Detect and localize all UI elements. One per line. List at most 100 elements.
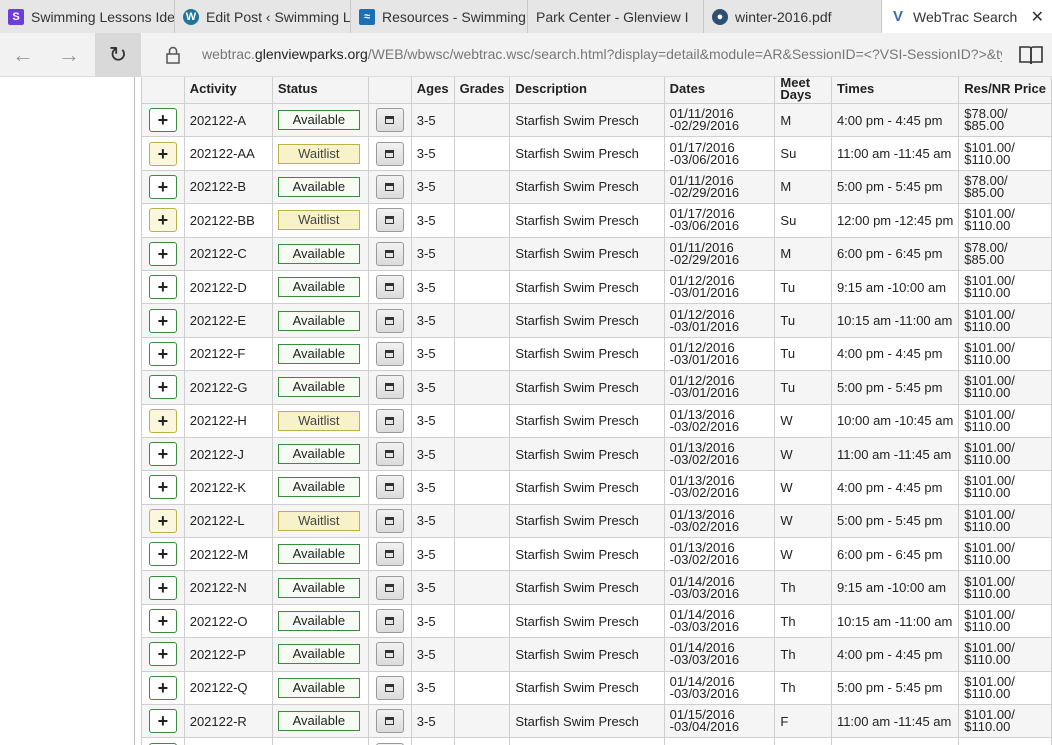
browser-tab[interactable]: ≈ Resources - Swimming bbox=[351, 0, 528, 33]
details-button[interactable] bbox=[375, 241, 404, 266]
details-button[interactable] bbox=[375, 108, 404, 133]
add-cell: + bbox=[141, 503, 185, 539]
header-status[interactable]: Status bbox=[271, 77, 370, 104]
details-button[interactable] bbox=[375, 141, 404, 166]
status-cell bbox=[271, 737, 370, 745]
url-field[interactable]: webtrac.glenviewparks.org/WEB/wbwsc/webt… bbox=[202, 46, 1002, 62]
add-to-cart-button[interactable]: + bbox=[148, 475, 177, 500]
details-button[interactable] bbox=[375, 341, 404, 366]
add-to-cart-button[interactable]: + bbox=[148, 442, 177, 467]
times-cell: 5:00 pm - 5:45 pm bbox=[830, 503, 960, 539]
add-to-cart-button[interactable]: + bbox=[148, 375, 177, 400]
header-info bbox=[368, 77, 412, 104]
add-to-cart-button[interactable]: + bbox=[148, 609, 177, 634]
tab-label: WebTrac Search bbox=[913, 8, 1018, 25]
header-activity[interactable]: Activity bbox=[183, 77, 273, 104]
browser-tab[interactable]: ● winter-2016.pdf bbox=[704, 0, 882, 33]
details-button[interactable] bbox=[375, 475, 404, 500]
activity-number bbox=[183, 737, 273, 745]
ages-cell: 3-5 bbox=[410, 503, 455, 539]
browser-tab[interactable]: W Edit Post ‹ Swimming Le bbox=[175, 0, 351, 33]
add-to-cart-button[interactable]: + bbox=[148, 709, 177, 734]
url-prefix: webtrac. bbox=[202, 46, 255, 62]
add-to-cart-button[interactable]: + bbox=[148, 208, 177, 233]
details-button[interactable] bbox=[375, 174, 404, 199]
add-to-cart-button[interactable]: + bbox=[148, 174, 177, 199]
page-content: Activity Status Ages Grades Description … bbox=[0, 77, 1052, 745]
description-cell: Starfish Swim Presch bbox=[509, 603, 665, 639]
browser-tab[interactable]: V WebTrac Search ✕ bbox=[882, 0, 1052, 33]
details-button[interactable] bbox=[375, 575, 404, 600]
add-to-cart-button[interactable]: + bbox=[148, 241, 177, 266]
date-end: -03/03/2016 bbox=[669, 585, 740, 601]
header-times[interactable]: Times bbox=[830, 77, 960, 104]
close-icon[interactable]: ✕ bbox=[1031, 7, 1044, 27]
header-price[interactable]: Res/NR Price bbox=[958, 77, 1052, 104]
header-grades[interactable]: Grades bbox=[453, 77, 511, 104]
description-cell: Starfish Swim Presch bbox=[509, 670, 665, 706]
times-cell: 4:00 pm - 4:45 pm bbox=[830, 102, 960, 138]
add-to-cart-button[interactable]: + bbox=[148, 275, 177, 300]
meet-days-cell: Th bbox=[774, 570, 832, 605]
details-button[interactable] bbox=[375, 308, 404, 333]
activity-number: 202122-K bbox=[183, 470, 273, 505]
details-button[interactable] bbox=[375, 408, 404, 433]
status-badge: Available bbox=[277, 310, 360, 331]
description-cell: Starfish Swim Presch bbox=[509, 136, 665, 171]
price-nonresident: $110.00 bbox=[964, 218, 1011, 234]
calendar-icon bbox=[385, 149, 395, 158]
add-to-cart-button[interactable]: + bbox=[148, 642, 177, 667]
add-to-cart-button[interactable]: + bbox=[148, 408, 177, 433]
table-row: +202122-B Available 3-5 Starfish Swim Presc… bbox=[141, 169, 1052, 205]
details-button[interactable] bbox=[375, 642, 404, 667]
details-button[interactable] bbox=[375, 542, 404, 567]
header-add bbox=[141, 77, 185, 104]
activity-number: 202122-O bbox=[183, 603, 273, 639]
price-cell: $101.00/$110.00 bbox=[958, 570, 1052, 605]
date-end: -03/03/2016 bbox=[669, 652, 740, 668]
status-cell: Available bbox=[271, 169, 370, 205]
date-end: -03/02/2016 bbox=[669, 518, 740, 534]
details-button[interactable] bbox=[375, 709, 404, 734]
add-to-cart-button[interactable]: + bbox=[148, 341, 177, 366]
ages-cell: 3-5 bbox=[410, 203, 455, 238]
add-to-cart-button[interactable]: + bbox=[148, 108, 177, 133]
status-cell: Available bbox=[271, 336, 370, 372]
details-button[interactable] bbox=[375, 275, 404, 300]
header-dates[interactable]: Dates bbox=[663, 77, 776, 104]
header-meet-days[interactable]: Meet Days bbox=[774, 77, 832, 104]
activity-number: 202122-AA bbox=[183, 136, 273, 171]
ages-cell: 3-5 bbox=[410, 570, 455, 605]
status-badge: Waitlist bbox=[277, 210, 360, 231]
add-to-cart-button[interactable]: + bbox=[148, 141, 177, 166]
grades-cell bbox=[453, 403, 511, 438]
lock-icon[interactable] bbox=[162, 44, 184, 66]
details-button[interactable] bbox=[375, 375, 404, 400]
times-cell: 10:15 am -11:00 am bbox=[830, 603, 960, 639]
header-description[interactable]: Description bbox=[509, 77, 665, 104]
details-button[interactable] bbox=[375, 508, 404, 533]
ages-cell: 3-5 bbox=[410, 436, 455, 472]
add-to-cart-button[interactable]: + bbox=[148, 308, 177, 333]
ages-cell: 3-5 bbox=[410, 637, 455, 672]
browser-tab[interactable]: S Swimming Lessons Idea bbox=[0, 0, 175, 33]
details-button[interactable] bbox=[375, 609, 404, 634]
times-cell: 11:00 am -11:45 am bbox=[830, 704, 960, 739]
details-button[interactable] bbox=[375, 208, 404, 233]
back-button[interactable]: ← bbox=[0, 33, 46, 77]
status-cell: Available bbox=[271, 269, 370, 305]
add-to-cart-button[interactable]: + bbox=[148, 675, 177, 700]
add-to-cart-button[interactable]: + bbox=[148, 575, 177, 600]
meet-days-cell: M bbox=[774, 236, 832, 271]
header-ages[interactable]: Ages bbox=[410, 77, 455, 104]
forward-button[interactable]: → bbox=[46, 33, 92, 77]
browser-tab[interactable]: Park Center - Glenview I bbox=[528, 0, 704, 33]
grades-cell bbox=[453, 603, 511, 639]
add-to-cart-button[interactable]: + bbox=[148, 542, 177, 567]
reading-view-icon[interactable] bbox=[1018, 43, 1044, 67]
details-button[interactable] bbox=[375, 675, 404, 700]
details-button[interactable] bbox=[375, 442, 404, 467]
refresh-button[interactable]: ↻ bbox=[95, 33, 141, 77]
add-to-cart-button[interactable]: + bbox=[148, 508, 177, 533]
grades-cell bbox=[453, 102, 511, 138]
